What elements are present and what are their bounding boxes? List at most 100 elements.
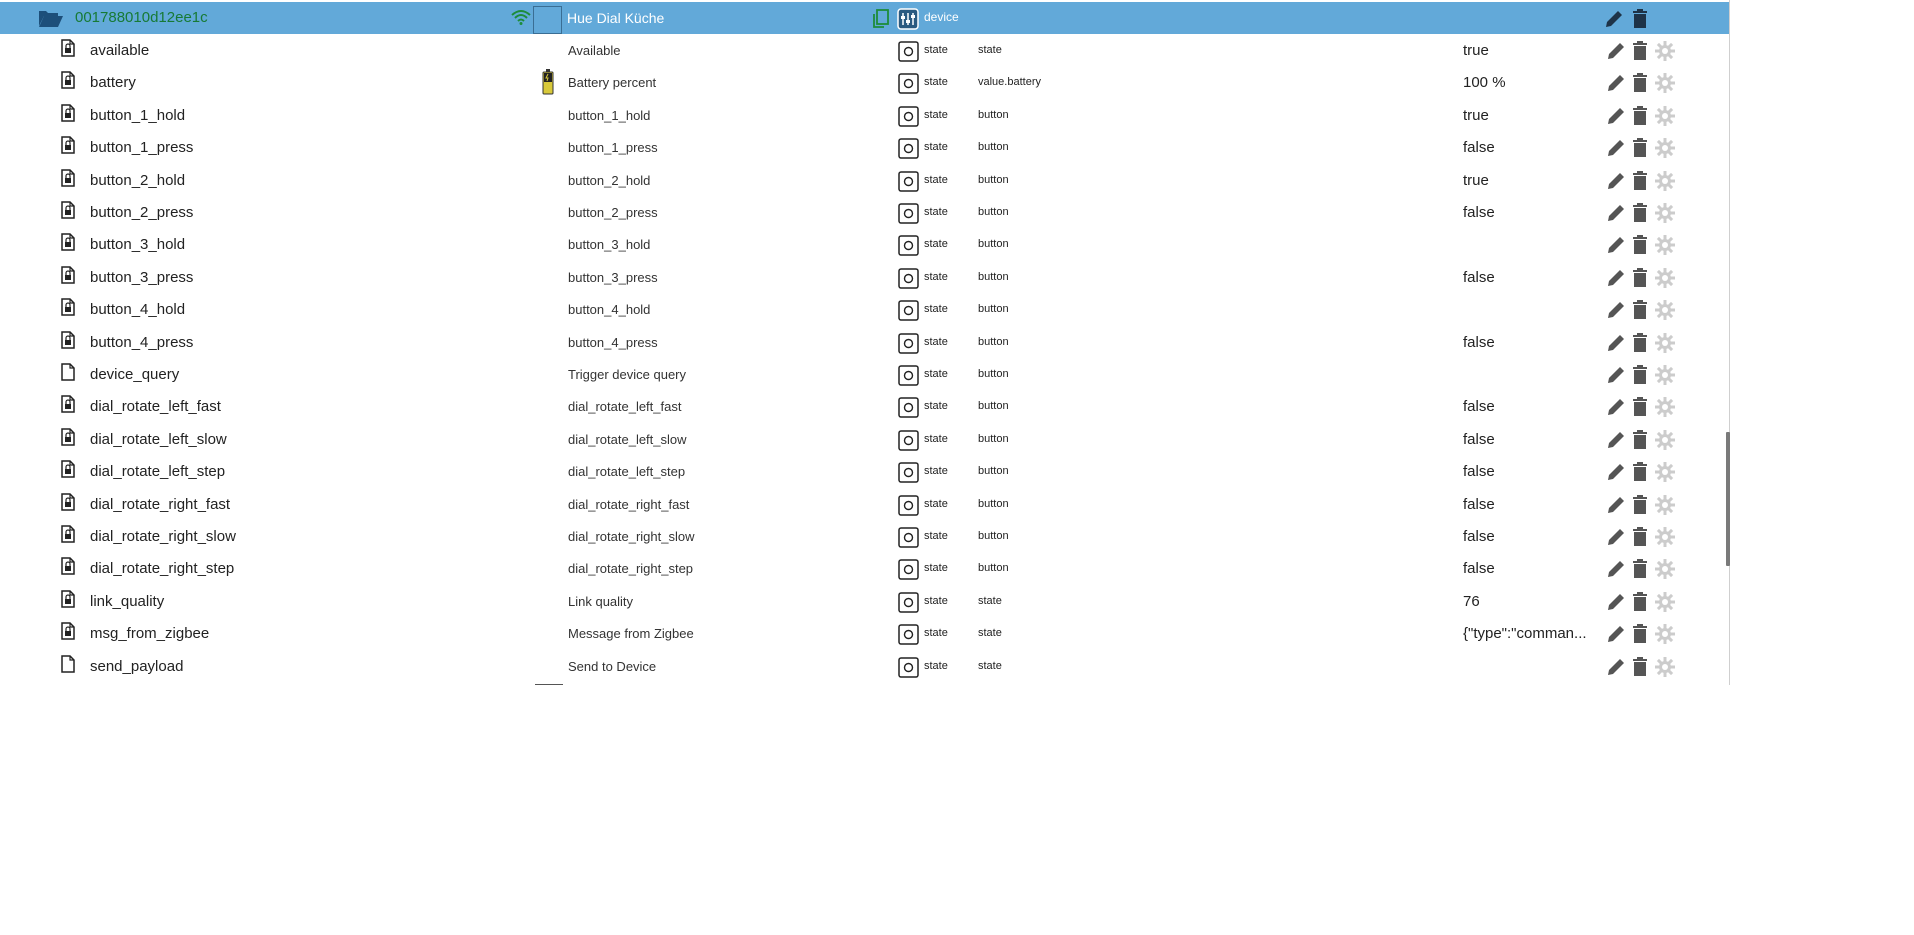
state-row[interactable]: button_1_press button_1_press state button f…	[0, 131, 1729, 163]
gear-icon[interactable]	[1655, 203, 1675, 228]
state-row[interactable]: button_1_hold button_1_hold state button tru…	[0, 99, 1729, 131]
gear-icon[interactable]	[1655, 559, 1675, 584]
state-row[interactable]: send_payload Send to Device state state	[0, 650, 1729, 682]
folder-open-icon[interactable]	[38, 8, 64, 33]
state-row[interactable]: msg_from_zigbee Message from Zigbee state s…	[0, 617, 1729, 649]
trash-icon[interactable]	[1632, 267, 1648, 293]
pencil-icon[interactable]	[1606, 300, 1626, 325]
trash-icon[interactable]	[1632, 332, 1648, 358]
state-value[interactable]: false	[1463, 269, 1495, 286]
state-value[interactable]: false	[1463, 431, 1495, 448]
trash-icon[interactable]	[1632, 138, 1648, 163]
gear-icon[interactable]	[1655, 591, 1675, 617]
trash-icon[interactable]	[1632, 397, 1648, 422]
gear-icon[interactable]	[1655, 41, 1675, 66]
trash-icon[interactable]	[1632, 429, 1648, 455]
gear-icon[interactable]	[1655, 267, 1675, 293]
state-row[interactable]: dial_rotate_right_step dial_rotate_right_…	[0, 552, 1729, 584]
trash-icon[interactable]	[1632, 41, 1648, 66]
gear-icon[interactable]	[1655, 105, 1675, 131]
pencil-icon[interactable]	[1606, 495, 1626, 520]
pencil-icon[interactable]	[1606, 397, 1626, 422]
pencil-icon[interactable]	[1606, 559, 1626, 584]
gear-icon[interactable]	[1655, 624, 1675, 649]
state-row[interactable]: battery Battery percent state value.battery…	[0, 66, 1729, 98]
gear-icon[interactable]	[1655, 170, 1675, 196]
gear-icon[interactable]	[1655, 300, 1675, 325]
state-row[interactable]: button_2_hold button_2_hold state button tru…	[0, 164, 1729, 196]
gear-icon[interactable]	[1655, 429, 1675, 455]
pencil-icon[interactable]	[1606, 592, 1626, 617]
gear-icon[interactable]	[1655, 365, 1675, 390]
state-row[interactable]: button_4_press button_4_press state button f…	[0, 326, 1729, 358]
pencil-icon[interactable]	[1604, 9, 1624, 34]
gear-icon[interactable]	[1655, 527, 1675, 552]
state-value[interactable]: {"type":"comman...	[1463, 625, 1587, 642]
trash-icon[interactable]	[1632, 203, 1648, 228]
trash-icon[interactable]	[1632, 462, 1648, 487]
pencil-icon[interactable]	[1606, 73, 1626, 98]
state-row[interactable]: button_3_hold button_3_hold state button	[0, 228, 1729, 260]
trash-icon[interactable]	[1632, 591, 1648, 617]
gear-icon[interactable]	[1655, 494, 1675, 520]
state-value[interactable]: true	[1463, 42, 1489, 59]
gear-icon[interactable]	[1655, 138, 1675, 163]
trash-icon[interactable]	[1632, 365, 1648, 390]
state-row[interactable]: device_query Trigger device query state but…	[0, 358, 1729, 390]
pencil-icon[interactable]	[1606, 333, 1626, 358]
trash-icon[interactable]	[1632, 494, 1648, 520]
gear-icon[interactable]	[1655, 397, 1675, 422]
device-header-row[interactable]: 001788010d12ee1c Hue Dial Küche device	[0, 2, 1729, 34]
pencil-icon[interactable]	[1606, 624, 1626, 649]
state-row[interactable]: button_4_hold button_4_hold state button	[0, 293, 1729, 325]
pencil-icon[interactable]	[1606, 268, 1626, 293]
trash-icon[interactable]	[1632, 235, 1648, 260]
state-row[interactable]: available Available state state true	[0, 34, 1729, 66]
pencil-icon[interactable]	[1606, 171, 1626, 196]
state-value[interactable]: true	[1463, 107, 1489, 124]
pencil-icon[interactable]	[1606, 527, 1626, 552]
state-row[interactable]: dial_rotate_left_fast dial_rotate_left_fa…	[0, 390, 1729, 422]
trash-icon[interactable]	[1632, 105, 1648, 131]
state-row[interactable]: dial_rotate_left_slow dial_rotate_left_sl…	[0, 423, 1729, 455]
state-row[interactable]: button_3_press button_3_press state button f…	[0, 261, 1729, 293]
trash-icon[interactable]	[1632, 624, 1648, 649]
gear-icon[interactable]	[1655, 73, 1675, 98]
pencil-icon[interactable]	[1606, 462, 1626, 487]
state-value[interactable]: 100 %	[1463, 74, 1506, 91]
pencil-icon[interactable]	[1606, 657, 1626, 682]
trash-icon[interactable]	[1632, 656, 1648, 682]
gear-icon[interactable]	[1655, 235, 1675, 260]
trash-icon[interactable]	[1632, 559, 1648, 584]
state-row[interactable]: dial_rotate_right_slow dial_rotate_right_…	[0, 520, 1729, 552]
state-row[interactable]: dial_rotate_left_step dial_rotate_left_st…	[0, 455, 1729, 487]
trash-icon[interactable]	[1632, 300, 1648, 325]
state-value[interactable]: false	[1463, 560, 1495, 577]
trash-icon[interactable]	[1632, 9, 1648, 34]
pencil-icon[interactable]	[1606, 138, 1626, 163]
pencil-icon[interactable]	[1606, 235, 1626, 260]
state-value[interactable]: false	[1463, 463, 1495, 480]
state-value[interactable]: true	[1463, 172, 1489, 189]
trash-icon[interactable]	[1632, 73, 1648, 98]
state-row[interactable]: link_quality Link quality state state 76	[0, 585, 1729, 617]
state-value[interactable]: false	[1463, 528, 1495, 545]
state-value[interactable]: false	[1463, 139, 1495, 156]
pencil-icon[interactable]	[1606, 430, 1626, 455]
copy-icon[interactable]	[872, 9, 890, 34]
state-value[interactable]: false	[1463, 496, 1495, 513]
state-value[interactable]: false	[1463, 204, 1495, 221]
state-row[interactable]: dial_rotate_right_fast dial_rotate_right_…	[0, 488, 1729, 520]
pencil-icon[interactable]	[1606, 106, 1626, 131]
pencil-icon[interactable]	[1606, 365, 1626, 390]
gear-icon[interactable]	[1655, 332, 1675, 358]
state-value[interactable]: false	[1463, 334, 1495, 351]
trash-icon[interactable]	[1632, 527, 1648, 552]
state-value[interactable]: false	[1463, 398, 1495, 415]
pencil-icon[interactable]	[1606, 41, 1626, 66]
state-row[interactable]: button_2_press button_2_press state button f…	[0, 196, 1729, 228]
state-value[interactable]: 76	[1463, 593, 1480, 610]
trash-icon[interactable]	[1632, 170, 1648, 196]
gear-icon[interactable]	[1655, 462, 1675, 487]
pencil-icon[interactable]	[1606, 203, 1626, 228]
